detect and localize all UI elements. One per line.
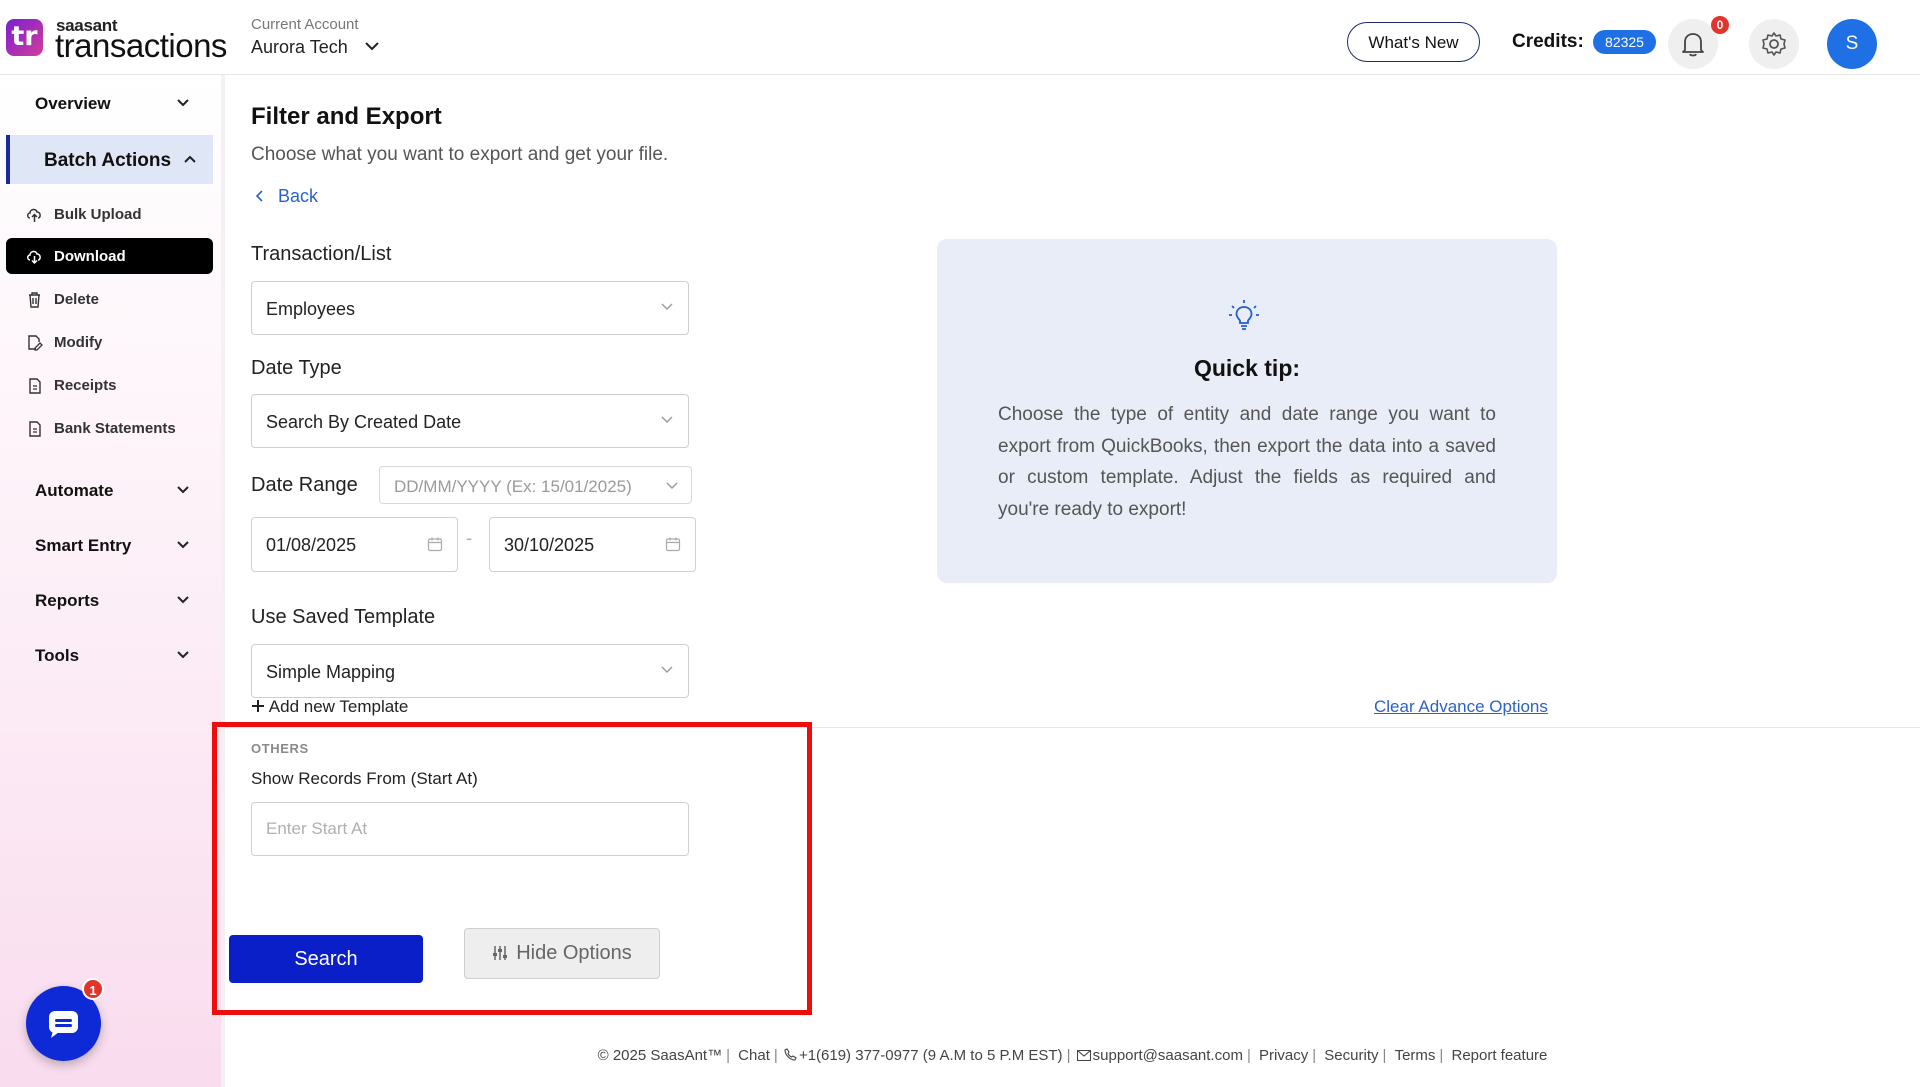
sidebar-item-label: Modify xyxy=(54,334,103,351)
sidebar-item-delete[interactable]: Delete xyxy=(6,281,213,317)
sidebar-item-bulk-upload[interactable]: Bulk Upload xyxy=(6,196,213,232)
statement-icon xyxy=(29,421,41,437)
whats-new-button[interactable]: What's New xyxy=(1347,22,1480,62)
chevron-down-icon xyxy=(177,486,189,494)
nav-section-label: Automate xyxy=(35,481,114,500)
page-subtitle: Choose what you want to export and get y… xyxy=(251,144,669,165)
credits-badge: 82325 xyxy=(1593,30,1656,54)
nav-section-smart-entry[interactable]: Smart Entry xyxy=(6,523,213,569)
transaction-list-value: Employees xyxy=(266,299,356,319)
footer-copyright: © 2025 SaasAnt™ xyxy=(597,1047,723,1064)
transaction-list-label: Transaction/List xyxy=(251,243,392,265)
gear-icon xyxy=(1762,32,1786,56)
phone-icon xyxy=(784,1048,797,1061)
sidebar-item-modify[interactable]: Modify xyxy=(6,324,213,360)
chevron-down-icon xyxy=(177,99,189,107)
calendar-icon[interactable] xyxy=(665,536,681,552)
mail-icon xyxy=(1076,1049,1091,1062)
chevron-down-icon xyxy=(661,416,673,423)
clear-advance-options-link[interactable]: Clear Advance Options xyxy=(1374,697,1548,717)
user-avatar[interactable]: S xyxy=(1827,19,1877,69)
nav-section-batch-actions[interactable]: Batch Actions xyxy=(6,135,213,184)
sidebar-item-label: Delete xyxy=(54,291,100,308)
footer-chat-link[interactable]: Chat xyxy=(738,1047,770,1064)
nav-section-label: Smart Entry xyxy=(35,536,132,555)
footer-privacy-link[interactable]: Privacy xyxy=(1259,1047,1308,1064)
footer-terms-link[interactable]: Terms xyxy=(1395,1047,1436,1064)
back-link[interactable]: Back xyxy=(253,186,318,207)
upload-cloud-icon xyxy=(27,208,41,222)
date-to-input[interactable]: 30/10/2025 xyxy=(489,517,696,572)
date-from-input[interactable]: 01/08/2025 xyxy=(251,517,458,572)
trash-icon xyxy=(29,292,40,308)
current-account-label: Current Account xyxy=(251,16,359,33)
nav-section-label: Batch Actions xyxy=(44,150,172,171)
page-title: Filter and Export xyxy=(251,103,442,130)
quick-tip-card: Quick tip: Choose the type of entity and… xyxy=(937,239,1557,583)
chevron-down-icon xyxy=(177,541,189,549)
date-to-value: 30/10/2025 xyxy=(504,535,595,555)
footer: © 2025 SaasAnt™ | Chat | +1(619) 377-0977 … xyxy=(597,1047,1548,1064)
saved-template-select[interactable]: Simple Mapping xyxy=(251,644,689,698)
sidebar-item-label: Bank Statements xyxy=(54,420,176,437)
add-new-template-link[interactable]: Add new Template xyxy=(251,697,408,717)
plus-icon xyxy=(252,700,264,712)
sidebar-item-receipts[interactable]: Receipts xyxy=(6,367,213,403)
chevron-up-icon xyxy=(184,155,196,163)
nav-section-reports[interactable]: Reports xyxy=(6,578,213,624)
sidebar-item-label: Bulk Upload xyxy=(54,206,142,223)
nav-section-label: Tools xyxy=(35,646,80,665)
chevron-down-icon xyxy=(177,651,189,659)
notification-count-badge: 0 xyxy=(1711,16,1729,34)
date-type-label: Date Type xyxy=(251,357,342,379)
chat-unread-badge: 1 xyxy=(82,978,104,1000)
footer-report-link[interactable]: Report feature xyxy=(1451,1047,1547,1064)
chevron-down-icon xyxy=(661,303,673,310)
date-range-label: Date Range xyxy=(251,474,358,496)
nav-section-label: Overview xyxy=(35,94,111,113)
add-new-template-label: Add new Template xyxy=(268,697,409,716)
date-range-format-value: DD/MM/YYYY (Ex: 15/01/2025) xyxy=(394,477,632,496)
receipt-icon xyxy=(29,378,41,394)
date-range-separator: - xyxy=(466,528,472,548)
sidebar-item-bank-statements[interactable]: Bank Statements xyxy=(6,410,213,446)
sidebar-item-label: Receipts xyxy=(54,377,117,394)
credits-label: Credits: xyxy=(1512,31,1584,52)
quick-tip-body: Choose the type of entity and date range… xyxy=(998,404,1496,520)
settings-button[interactable] xyxy=(1749,19,1799,69)
footer-phone[interactable]: +1(619) 377-0977 (9 A.M to 5 P.M EST) xyxy=(799,1047,1063,1064)
chevron-down-icon xyxy=(661,666,673,673)
nav-section-tools[interactable]: Tools xyxy=(6,633,213,679)
current-account-name[interactable]: Aurora Tech xyxy=(251,37,348,58)
edit-file-icon xyxy=(28,335,43,351)
sidebar-item-label: Download xyxy=(54,248,126,265)
date-from-value: 01/08/2025 xyxy=(266,535,357,555)
transaction-list-select[interactable]: Employees xyxy=(251,281,689,335)
lightbulb-icon xyxy=(1229,300,1259,330)
sidebar-item-download[interactable]: Download xyxy=(6,238,213,274)
chevron-down-icon[interactable] xyxy=(363,39,381,53)
annotation-highlight-box xyxy=(212,722,812,1015)
chevron-down-icon xyxy=(666,482,678,489)
nav-section-automate[interactable]: Automate xyxy=(6,468,213,514)
app-logo-name: transactions xyxy=(55,27,227,64)
download-cloud-icon xyxy=(27,250,41,265)
chevron-down-icon xyxy=(177,596,189,604)
top-header: tr saasant transactions Current Account … xyxy=(0,0,1920,75)
date-range-format-select[interactable]: DD/MM/YYYY (Ex: 15/01/2025) xyxy=(379,466,692,504)
footer-security-link[interactable]: Security xyxy=(1324,1047,1378,1064)
date-type-select[interactable]: Search By Created Date xyxy=(251,394,689,448)
back-link-label: Back xyxy=(278,186,319,206)
saved-template-value: Simple Mapping xyxy=(266,662,396,682)
footer-email[interactable]: support@saasant.com xyxy=(1093,1047,1243,1064)
saved-template-label: Use Saved Template xyxy=(251,606,436,628)
quick-tip-title: Quick tip: xyxy=(1193,355,1301,381)
nav-section-overview[interactable]: Overview xyxy=(6,81,213,127)
calendar-icon[interactable] xyxy=(427,536,443,552)
nav-section-label: Reports xyxy=(35,591,100,610)
date-type-value: Search By Created Date xyxy=(266,412,462,432)
chevron-left-icon xyxy=(255,190,263,202)
app-logo-badge[interactable]: tr xyxy=(6,19,43,56)
